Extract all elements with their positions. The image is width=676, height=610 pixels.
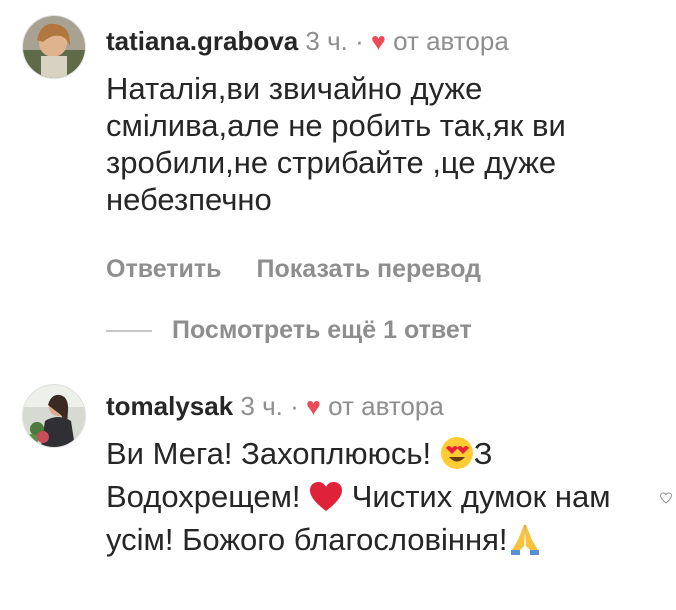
- view-more-replies-label[interactable]: Посмотреть ещё 1 ответ: [172, 316, 472, 345]
- reply-button[interactable]: Ответить: [106, 255, 222, 283]
- timestamp: 3 ч.: [240, 391, 283, 421]
- heart-eyes-emoji: [440, 436, 474, 478]
- red-heart-emoji: [309, 481, 343, 521]
- author-like-label: от автора: [328, 391, 444, 421]
- comment-item: tomalysak 3 ч. · ♥ от автора Ви Мега! За…: [0, 372, 676, 610]
- comment-text-part: Ви Мега! Захоплююсь!: [106, 436, 440, 471]
- like-comment-icon[interactable]: [660, 492, 672, 504]
- username[interactable]: tomalysak: [106, 391, 233, 421]
- comment-text: Наталія,ви звичайно дуже смілива,але не …: [106, 71, 566, 217]
- divider-line: [106, 329, 152, 332]
- comment-header: tatiana.grabova 3 ч. · ♥ от автора: [106, 25, 509, 58]
- timestamp: 3 ч.: [305, 26, 348, 56]
- praying-hands-emoji: [508, 522, 542, 564]
- separator: ·: [290, 391, 299, 421]
- username[interactable]: tatiana.grabova: [106, 26, 298, 56]
- comment-text: Ви Мега! Захоплююсь! З Водохрещем! Чисти…: [106, 435, 636, 564]
- comment-item: tatiana.grabova 3 ч. · ♥ от автора Натал…: [0, 0, 676, 300]
- comment-header: tomalysak 3 ч. · ♥ от автора: [106, 390, 444, 423]
- avatar[interactable]: [22, 384, 86, 448]
- liked-heart-icon: ♥: [371, 28, 386, 56]
- liked-heart-icon: ♥: [306, 393, 321, 421]
- show-translation-button[interactable]: Показать перевод: [256, 255, 481, 283]
- avatar[interactable]: [22, 15, 86, 79]
- separator: ·: [355, 26, 364, 56]
- view-more-replies[interactable]: Посмотреть ещё 1 ответ: [106, 316, 472, 345]
- author-like-label: от автора: [393, 26, 509, 56]
- comment-actions: Ответить Показать перевод: [106, 255, 481, 284]
